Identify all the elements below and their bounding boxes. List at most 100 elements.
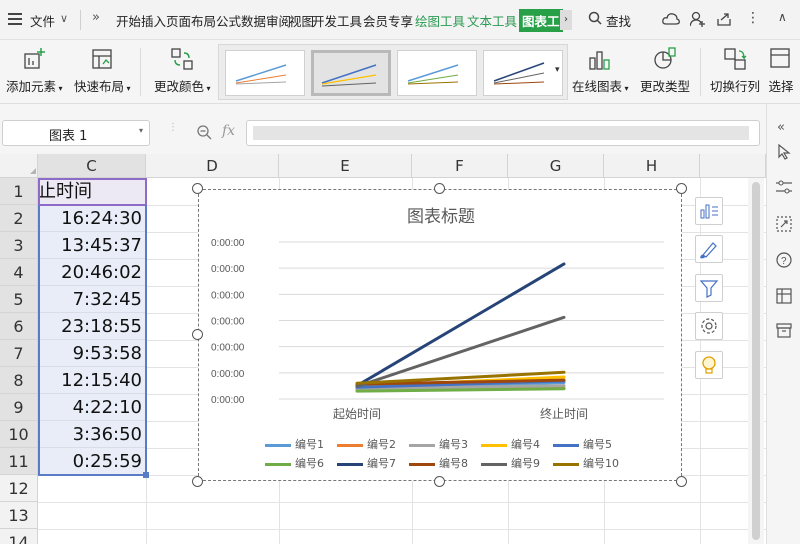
share-icon[interactable]: [716, 11, 732, 30]
row-header[interactable]: 14: [0, 529, 38, 544]
row-header[interactable]: 13: [0, 502, 38, 529]
search-button[interactable]: 查找: [606, 11, 631, 30]
chart-plot-area: 0:00:00 0:00:00 0:00:00 0:00:00 0:00:00 0:00:…: [211, 238, 664, 421]
row-header[interactable]: 11: [0, 448, 38, 475]
row-header[interactable]: 2: [0, 205, 38, 232]
table-style-icon[interactable]: [776, 288, 792, 307]
row-header[interactable]: 12: [0, 475, 38, 502]
change-type-button[interactable]: 更改类型: [640, 46, 690, 95]
ribbon: 添加元素 ▾ 快速布局 ▾ 更改颜色 ▾ ▾ 在线图表 ▾ 更改类型 切换行列 …: [0, 40, 800, 104]
change-color-button[interactable]: 更改颜色 ▾: [154, 46, 211, 95]
tab-insert[interactable]: 插入: [141, 11, 166, 30]
select-data-button[interactable]: 选择: [768, 46, 794, 95]
cursor-icon[interactable]: [777, 143, 791, 163]
row-header[interactable]: 6: [0, 313, 38, 340]
row-header[interactable]: 5: [0, 286, 38, 313]
tab-developer[interactable]: 开发工具: [312, 11, 362, 30]
chart-elements-button[interactable]: [695, 197, 723, 225]
chevron-down-icon[interactable]: ▾: [139, 126, 143, 135]
chart-resize-handle-bm[interactable]: [434, 476, 445, 487]
column-header-f[interactable]: F: [412, 154, 508, 178]
collapse-ribbon-icon[interactable]: ∧: [778, 10, 787, 24]
collapse-sidebar-icon[interactable]: «: [777, 120, 785, 135]
column-header-d[interactable]: D: [146, 154, 279, 178]
formula-input[interactable]: [246, 120, 760, 146]
row-header[interactable]: 9: [0, 394, 38, 421]
formula-input-inner: [253, 126, 749, 140]
tab-page-layout[interactable]: 页面布局: [166, 11, 216, 30]
archive-icon[interactable]: [776, 322, 792, 341]
row-header[interactable]: 3: [0, 232, 38, 259]
chart-style-thumbnail-3[interactable]: [397, 50, 477, 96]
tabs-scroll-right-icon[interactable]: ›: [560, 10, 572, 30]
dropdown-arrow-icon: ▾: [622, 84, 629, 93]
tab-view[interactable]: 视图: [289, 11, 314, 30]
row-header[interactable]: 4: [0, 259, 38, 286]
column-header-partial[interactable]: [700, 154, 766, 178]
change-type-label: 更改类型: [640, 79, 691, 94]
fx-icon[interactable]: fx: [222, 123, 235, 139]
chart-resize-handle-tm[interactable]: [434, 183, 445, 194]
chart-resize-handle-bl[interactable]: [192, 476, 203, 487]
tab-review[interactable]: 审阅: [266, 11, 291, 30]
vertical-scrollbar[interactable]: [748, 178, 764, 544]
row-header[interactable]: 8: [0, 367, 38, 394]
online-chart-button[interactable]: 在线图表 ▾: [572, 46, 629, 95]
chart-resize-handle-br[interactable]: [676, 476, 687, 487]
cloud-sync-icon[interactable]: [662, 11, 680, 30]
row-header[interactable]: 10: [0, 421, 38, 448]
tab-formula[interactable]: 公式: [216, 11, 241, 30]
column-header-e[interactable]: E: [279, 154, 412, 178]
chart-filter-button[interactable]: [695, 274, 723, 302]
tab-chart-tools[interactable]: 图表工: [519, 9, 563, 32]
chart-style-thumbnail-1[interactable]: [225, 50, 305, 96]
add-element-button[interactable]: 添加元素 ▾: [6, 46, 63, 95]
right-sidebar: « ?: [766, 104, 800, 544]
column-header-c[interactable]: C: [38, 154, 146, 178]
select-all-corner[interactable]: [0, 154, 38, 178]
scrollbar-thumb[interactable]: [752, 182, 760, 540]
chart-resize-handle-tr[interactable]: [676, 183, 687, 194]
tab-data[interactable]: 数据: [241, 11, 266, 30]
tab-drawing-tools[interactable]: 绘图工具: [415, 11, 465, 30]
chart-resize-handle-tl[interactable]: [192, 183, 203, 194]
search-icon[interactable]: [588, 11, 602, 28]
x-tick-label: 起始时间: [333, 407, 381, 421]
series-line[interactable]: [355, 315, 566, 388]
properties-icon[interactable]: [776, 180, 792, 197]
hamburger-icon[interactable]: [8, 13, 22, 25]
column-header-g[interactable]: G: [508, 154, 604, 178]
tab-text-tools[interactable]: 文本工具: [467, 11, 517, 30]
tab-member[interactable]: 会员专享: [363, 11, 413, 30]
row-header[interactable]: 7: [0, 340, 38, 367]
chart-style-thumbnail-4[interactable]: [483, 50, 563, 96]
y-tick-label: 0:00:00: [211, 238, 245, 249]
dropdown-arrow-icon: ▾: [56, 84, 63, 93]
add-user-icon[interactable]: [689, 11, 706, 30]
chart-style-button[interactable]: [695, 235, 723, 263]
transform-icon[interactable]: [776, 216, 792, 235]
chart-style-thumbnail-2[interactable]: [311, 50, 391, 96]
dropdown-arrow-icon: ▾: [124, 84, 131, 93]
series-line[interactable]: [355, 262, 566, 388]
chevron-down-icon[interactable]: ∨: [60, 12, 68, 25]
switch-row-column-button[interactable]: 切换行列: [710, 46, 760, 95]
zoom-formula-icon[interactable]: [196, 124, 212, 143]
divider: [80, 10, 81, 30]
help-icon[interactable]: ?: [776, 252, 792, 271]
quick-layout-button[interactable]: 快速布局 ▾: [74, 46, 131, 95]
gallery-expand-icon[interactable]: ▾: [555, 65, 560, 75]
data-range-highlight-purple: [38, 178, 147, 206]
chart-tips-button[interactable]: [695, 351, 723, 379]
file-menu[interactable]: 文件: [30, 11, 55, 30]
more-menu-icon[interactable]: ⋮: [746, 10, 760, 26]
range-resize-handle[interactable]: [143, 472, 149, 478]
chart-resize-handle-ml[interactable]: [192, 329, 203, 340]
name-box[interactable]: 图表 1 ▾: [2, 120, 150, 146]
chart-settings-button[interactable]: [695, 312, 723, 340]
tab-start[interactable]: 开始: [116, 11, 141, 30]
column-header-h[interactable]: H: [604, 154, 700, 178]
expand-tabs-icon[interactable]: »: [92, 10, 100, 25]
line-chart[interactable]: 图表标题 0:00:00 0:00:00 0:00:00 0:00:00 0:00:00…: [198, 189, 682, 481]
row-header[interactable]: 1: [0, 178, 38, 205]
